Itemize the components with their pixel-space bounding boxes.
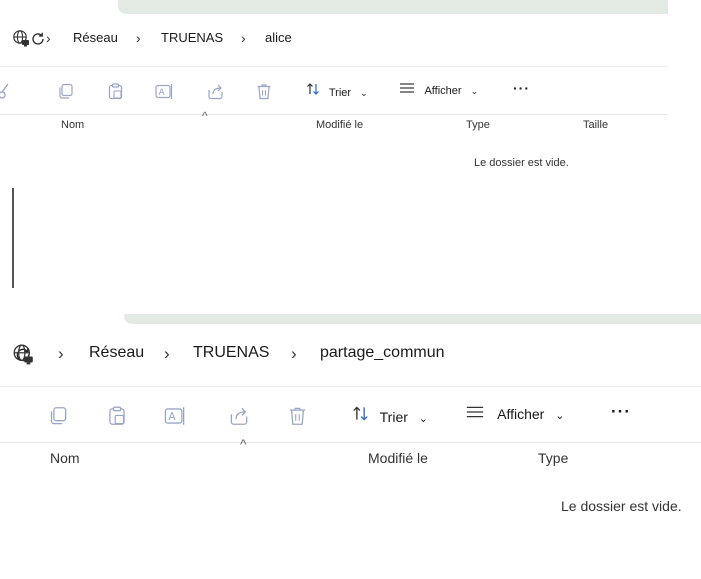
empty-folder-message: Le dossier est vide. [474,157,569,169]
chevron-down-icon: ⌄ [360,88,368,98]
address-row: › Réseau › TRUENAS › alice [0,22,668,58]
chevron-up-icon: ^ [240,436,247,452]
chevron-right-icon: › [136,30,141,46]
view-label: Afficher [424,85,462,97]
chevron-right-icon: › [46,30,51,46]
sort-icon [306,82,320,96]
paste-icon[interactable] [107,83,124,100]
view-button[interactable]: Afficher ⌄ [465,405,564,422]
empty-folder-message: Le dossier est vide. [561,498,682,514]
command-bar: A Trier ⌄ Afficher ⌄ ··· [0,386,701,442]
chevron-right-icon: › [164,344,170,363]
network-globe-icon [12,343,34,365]
scrollbar[interactable] [12,188,14,288]
breadcrumb-server[interactable]: TRUENAS [193,344,269,362]
breadcrumb-current-folder[interactable]: partage_commun [320,344,445,362]
column-modified[interactable]: Modifié le [316,119,363,131]
chevron-up-icon: ^ [202,109,208,123]
address-bar[interactable]: › Réseau › TRUENAS › alice [0,22,596,54]
more-icon[interactable]: ··· [611,402,631,422]
breadcrumb-current-folder[interactable]: alice [265,30,292,45]
chevron-down-icon: ⌄ [555,410,565,422]
command-bar: A Trier ⌄ Afficher ⌄ ··· [0,66,668,114]
sort-label: Trier [328,87,352,99]
breadcrumb-server[interactable]: TRUENAS [161,30,223,45]
delete-icon[interactable] [288,406,307,426]
chevron-right-icon: › [291,344,297,363]
column-type[interactable]: Type [538,450,568,466]
column-type[interactable]: Type [466,119,490,131]
breadcrumb-network[interactable]: Réseau [89,344,144,362]
share-icon[interactable] [229,406,249,426]
column-name[interactable]: Nom [50,450,80,466]
sort-icon [352,405,369,422]
rename-icon[interactable]: A [155,83,175,100]
chevron-down-icon: ⌄ [470,86,479,96]
view-icon [465,405,485,419]
tab-strip [124,314,701,324]
column-header-row: ^ Nom Modifié le Type Taille [0,109,668,138]
sort-button[interactable]: Trier ⌄ [352,405,428,425]
tab-strip [118,0,668,14]
view-icon [399,82,415,94]
breadcrumb-network[interactable]: Réseau [73,30,118,45]
paste-icon[interactable] [107,406,127,426]
explorer-window-partage: › Réseau › TRUENAS › partage_commun A Tr… [0,314,701,579]
column-modified[interactable]: Modifié le [368,450,428,466]
address-row: › Réseau › TRUENAS › partage_commun [0,336,701,376]
separator [0,293,701,314]
svg-text:A: A [168,411,176,423]
view-button[interactable]: Afficher ⌄ [399,82,478,97]
svg-text:A: A [159,88,166,98]
sort-button[interactable]: Trier ⌄ [306,82,368,99]
more-icon[interactable]: ··· [513,80,530,96]
column-header-row: ^ Nom Modifié le Type [0,436,701,472]
column-name[interactable]: Nom [61,119,84,131]
share-icon[interactable] [207,83,224,100]
chevron-right-icon: › [58,344,64,363]
rename-icon[interactable]: A [164,406,188,426]
copy-icon[interactable] [57,83,74,100]
address-bar[interactable]: › Réseau › TRUENAS › partage_commun [0,336,635,372]
column-size[interactable]: Taille [583,119,608,131]
copy-icon[interactable] [48,406,68,426]
chevron-down-icon: ⌄ [418,413,429,425]
delete-icon[interactable] [256,83,272,100]
view-label: Afficher [497,406,545,422]
explorer-window-alice: › Réseau › TRUENAS › alice A Trier ⌄ Aff… [0,0,668,293]
network-globe-icon [12,29,30,47]
cut-icon[interactable] [0,83,10,99]
chevron-right-icon: › [241,30,246,46]
sort-label: Trier [379,409,408,425]
